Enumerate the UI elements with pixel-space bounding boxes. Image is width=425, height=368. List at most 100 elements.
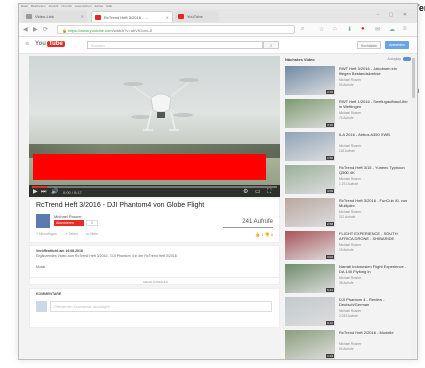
video-player[interactable]: ▶ ⏭ 🔊 0:00 / 5:17 ⚙ ▭ ⛶ xyxy=(29,56,280,197)
window-controls[interactable]: – ▢ ✕ xyxy=(377,12,411,18)
tab-label: YouTube xyxy=(187,14,203,19)
browser-tab-1[interactable]: Video-Link ✕ xyxy=(23,11,87,22)
related-video-channel: Michael Rosner xyxy=(339,342,362,346)
more-button[interactable]: ••• Mehr xyxy=(86,232,99,236)
menu-icon[interactable]: ≡ xyxy=(403,26,407,32)
related-video-item[interactable]: 3:02 FLIGHT EXPERIENCE - SOUTH AFRICA DRO… xyxy=(285,231,411,263)
settings-gear-icon[interactable]: ⚙ xyxy=(243,189,248,196)
description-box: Veröffentlicht am 19.08.2016 Ergänzendes… xyxy=(29,245,281,285)
progress-bar[interactable] xyxy=(32,186,277,188)
page-scrollbar[interactable] xyxy=(411,54,416,359)
channel-avatar[interactable] xyxy=(36,214,50,228)
video-thumbnail[interactable]: 1:50 xyxy=(285,132,335,161)
logo-you: You xyxy=(35,41,46,47)
search-icon: ⌕ xyxy=(269,43,273,49)
scrollbar-thumb[interactable] xyxy=(412,58,415,98)
chat-icon[interactable]: ✉ xyxy=(375,26,380,33)
theater-mode-icon[interactable]: ▭ xyxy=(255,189,261,196)
home-icon[interactable]: ⌂ xyxy=(333,26,337,32)
duration-badge: 4:09 xyxy=(326,189,334,193)
lock-icon: 🔒 xyxy=(62,28,67,33)
sync-icon[interactable]: ☁ xyxy=(389,26,395,33)
youtube-header: ≡ You Tube Suchen ⌕ Hochladen Anmelden xyxy=(19,37,417,54)
close-icon[interactable]: ✕ xyxy=(81,11,84,22)
autoplay-label: Autoplay xyxy=(387,57,401,61)
browser-tab-2[interactable]: RcTrend Heft 3/2016 - ... ✕ xyxy=(91,11,173,22)
duration-badge: 5:41 xyxy=(326,288,334,292)
related-video-views: 64 Aufrufe xyxy=(339,347,354,351)
subscribe-button[interactable]: Abonnieren xyxy=(54,220,84,226)
related-video-channel: Michael Rosner xyxy=(339,78,362,82)
show-more-button[interactable]: MEHR ANZEIGEN xyxy=(30,277,281,284)
search-button[interactable]: ⌕ xyxy=(263,41,279,49)
video-thumbnail[interactable]: 9:12 xyxy=(285,297,335,326)
related-video-title[interactable]: RcTrend Heft 3/15 - Yuneec Typhoon Q500 … xyxy=(339,165,409,175)
related-video-views: 212 Aufrufe xyxy=(339,215,356,219)
duration-badge: 1:50 xyxy=(326,156,334,160)
youtube-logo[interactable]: You Tube xyxy=(35,41,65,47)
related-video-item[interactable]: 5:41 Narrati Indonesien Flight Experience… xyxy=(285,264,411,296)
logo-tube: Tube xyxy=(46,41,65,47)
related-video-title[interactable]: RcTrend Heft 3/2016 - FunCub XL von Mult… xyxy=(339,198,409,208)
related-video-title[interactable]: RWT Heft 3/2016 - Jakobsen ein fliegen B… xyxy=(339,66,409,76)
duration-badge: 3:16 xyxy=(326,123,334,127)
url-secure: https://www.youtube.com/ xyxy=(68,28,114,33)
address-bar[interactable]: 🔒 https://www.youtube.com/watch?v=abVfGx… xyxy=(57,25,295,34)
volume-icon[interactable]: 🔊 xyxy=(51,189,58,196)
comments-section: KOMMENTARE Öffentlichen Kommentar hinzuf… xyxy=(29,288,280,328)
related-video-item[interactable]: 3:16 RWT Heft 1/2016 - Seeflugaufbau/Ufer… xyxy=(285,99,411,131)
fullscreen-icon[interactable]: ⛶ xyxy=(267,189,271,196)
channel-name[interactable]: Michael Rosner xyxy=(54,214,82,219)
related-video-item[interactable]: 2:58 RcTrend Heft 3/2016 - FunCub XL von … xyxy=(285,198,411,230)
progress-fill xyxy=(32,186,47,188)
related-video-views: 38 Aufrufe xyxy=(339,281,354,285)
video-thumbnail[interactable]: 5:41 xyxy=(285,264,335,293)
back-arrow-icon[interactable]: ◀ xyxy=(23,26,28,33)
player-controls: ▶ ⏭ 🔊 0:00 / 5:17 ⚙ ▭ ⛶ xyxy=(29,185,280,197)
bookmark-star-icon[interactable]: ☆ xyxy=(319,26,324,33)
add-to-button[interactable]: + Hinzufügen xyxy=(36,232,57,236)
video-thumbnail[interactable]: 4:09 xyxy=(285,165,335,194)
related-video-channel: Michael Rosner xyxy=(339,243,362,247)
search-icon[interactable]: ⌕ xyxy=(301,26,304,33)
related-video-title[interactable]: ILA 2016 - Airbus A350 XWB xyxy=(339,132,409,137)
related-video-item[interactable]: 1:50 ILA 2016 - Airbus A350 XWB Michael Ro… xyxy=(285,132,411,164)
signin-button[interactable]: Anmelden xyxy=(385,41,409,49)
comment-input[interactable]: Öffentlichen Kommentar hinzufügen ... xyxy=(50,301,272,312)
related-video-item[interactable]: 4:09 RcTrend Heft 3/15 - Yuneec Typhoon Q… xyxy=(285,165,411,197)
related-video-title[interactable]: RWT Heft 1/2016 - Seeflugaufbau/Ufer in … xyxy=(339,99,409,109)
guide-menu-icon[interactable]: ≡ xyxy=(25,41,29,48)
forward-arrow-icon[interactable]: ▶ xyxy=(33,26,38,33)
next-icon[interactable]: ⏭ xyxy=(41,189,46,196)
reload-icon[interactable]: ⟳ xyxy=(43,26,48,33)
browser-window: Datei Bearbeiten Ansicht Chronik Lesezeichen… xyxy=(18,3,418,360)
related-video-title[interactable]: DJI Phantom 4 - Review - Deutsch/German xyxy=(339,297,409,307)
like-dislike-buttons[interactable]: 👍 1 👎 0 xyxy=(255,232,273,237)
play-icon[interactable]: ▶ xyxy=(33,189,38,196)
related-video-item[interactable]: 1:33 RcTrend Heft 2/2016 - Modelle Michael… xyxy=(285,330,411,359)
tab-label: Video-Link xyxy=(35,14,54,19)
video-thumbnail[interactable]: 3:16 xyxy=(285,99,335,128)
video-thumbnail[interactable]: 2:58 xyxy=(285,198,335,227)
browser-tab-3[interactable]: YouTube xyxy=(175,11,219,22)
addon-icon[interactable]: ● xyxy=(361,26,365,32)
download-icon[interactable]: ⬇ xyxy=(347,26,352,33)
autoplay-toggle[interactable] xyxy=(403,57,411,61)
related-video-channel: Michael Rosner xyxy=(339,177,362,181)
video-thumbnail[interactable]: 3:02 xyxy=(285,231,335,260)
related-video-title[interactable]: Narrati Indonesien Flight Experience - D… xyxy=(339,264,409,274)
video-thumbnail[interactable]: 2:45 xyxy=(285,66,335,95)
related-video-views: 15 Aufrufe xyxy=(339,248,354,252)
share-button[interactable]: ↗ Teilen xyxy=(65,232,78,236)
related-video-item[interactable]: 2:45 RWT Heft 3/2016 - Jakobsen ein flieg… xyxy=(285,66,411,98)
upload-button[interactable]: Hochladen xyxy=(357,41,381,49)
related-video-item[interactable]: 9:12 DJI Phantom 4 - Review - Deutsch/Ger… xyxy=(285,297,411,329)
related-video-title[interactable]: RcTrend Heft 2/2016 - Modelle xyxy=(339,330,409,335)
related-video-views: 2.033 Aufrufe xyxy=(339,314,358,318)
related-video-title[interactable]: FLIGHT EXPERIENCE - SOUTH AFRICA DRONE -… xyxy=(339,231,409,241)
close-icon[interactable]: ✕ xyxy=(166,12,169,22)
duration-badge: 9:12 xyxy=(326,321,334,325)
time-display: 0:00 / 5:17 xyxy=(63,190,82,195)
search-input[interactable]: Suchen xyxy=(87,41,263,49)
video-thumbnail[interactable]: 1:33 xyxy=(285,330,335,359)
